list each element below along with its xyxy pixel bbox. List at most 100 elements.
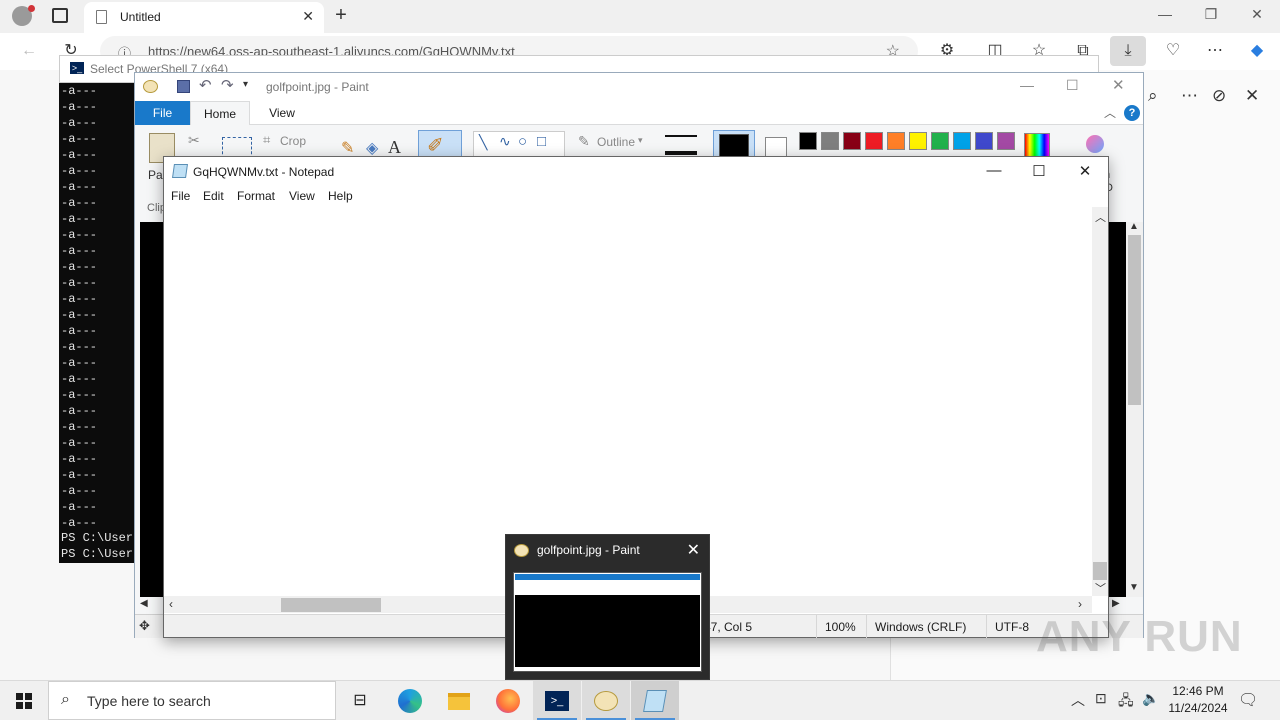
edge-icon [398,689,422,714]
taskbar-search-box[interactable]: ⌕ Type here to search [48,681,336,720]
color-swatch[interactable] [843,132,861,150]
notepad-vertical-scrollbar[interactable] [1092,207,1108,596]
edge-taskbar-icon[interactable] [386,681,434,720]
oval-shape-icon[interactable]: ○ [518,133,527,150]
notepad-minimize-button[interactable]: — [982,162,1006,179]
scroll-right-icon[interactable]: ▶ [1112,598,1120,609]
save-icon[interactable] [177,80,190,93]
tab-actions-icon[interactable] [52,8,68,23]
notepad-scroll-left-icon[interactable]: ‹ [169,597,173,611]
customize-toolbar-icon[interactable]: ▾ [243,79,248,90]
copilot-icon[interactable]: ◆ [1246,40,1268,62]
paint-maximize-button[interactable]: ☐ [1066,77,1079,94]
paint-close-button[interactable]: ✕ [1112,76,1125,94]
redo-icon[interactable]: ↷ [221,76,234,94]
powershell-prompt: PS C:\User [61,531,134,545]
browser-tab-untitled[interactable]: Untitled ✕ [84,2,324,33]
back-icon[interactable]: ← [18,40,40,62]
color-swatch[interactable] [865,132,883,150]
notepad-scroll-up-icon[interactable]: ︿ [1095,209,1106,225]
paint-titlebar[interactable]: ↶ ↷ ▾ golfpoint.jpg - Paint — ☐ ✕ [135,73,1143,101]
taskbar-clock[interactable]: 12:46 PM 11/24/2024 [1162,683,1234,717]
browser-essentials-icon[interactable]: ♡ [1162,40,1184,62]
task-view-button[interactable]: ⊟ [336,681,384,720]
powershell-output-line: -a--- [61,228,98,242]
outline-dropdown-icon[interactable]: ▾ [638,135,643,146]
notepad-scroll-down-icon[interactable]: ﹀ [1095,580,1106,596]
powershell-output-line: -a--- [61,116,98,130]
outline-label[interactable]: Outline [597,135,635,149]
pencil-icon[interactable]: ✎ [341,138,354,158]
notepad-titlebar[interactable]: GqHQWNMv.txt - Notepad [164,157,1108,186]
notepad-horizontal-scrollbar-thumb[interactable] [281,598,381,612]
color-swatch[interactable] [821,132,839,150]
close-tab-icon[interactable]: ✕ [302,8,314,25]
preview-thumbnail[interactable] [513,572,702,672]
menu-view[interactable]: View [289,189,315,203]
text-icon[interactable]: A [388,137,401,158]
menu-edit[interactable]: Edit [203,189,224,203]
powershell-taskbar-icon[interactable]: >_ [533,681,581,720]
powershell-output-line: -a--- [61,292,98,306]
volume-icon[interactable]: 🔈 [1142,690,1159,707]
scroll-down-icon[interactable]: ▼ [1129,582,1139,593]
browser-restore-button[interactable]: ❐ [1196,6,1226,23]
color-swatch[interactable] [909,132,927,150]
color-swatch[interactable] [887,132,905,150]
size-button[interactable] [665,135,697,155]
taskbar-thumbnail-preview[interactable]: golfpoint.jpg - Paint ✕ [505,534,710,680]
new-tab-button[interactable]: + [330,4,352,27]
color-swatch[interactable] [997,132,1015,150]
preview-close-icon[interactable]: ✕ [687,540,700,560]
notepad-scroll-right-icon[interactable]: › [1078,597,1082,611]
network-icon[interactable]: 🖧 [1118,690,1134,714]
show-hidden-icons-icon[interactable]: ︿ [1071,690,1085,710]
help-icon[interactable]: ? [1124,105,1140,121]
edit-with-paint3d-icon[interactable] [1086,135,1104,153]
curve-shape-icon[interactable]: ∿ [499,133,511,150]
paint-app-icon[interactable] [143,80,158,93]
menu-help[interactable]: Help [328,189,353,203]
fill-icon[interactable]: ◈ [366,138,378,158]
notepad-vertical-scrollbar-thumb[interactable] [1093,562,1107,580]
color-swatch[interactable] [975,132,993,150]
rectangle-shape-icon[interactable]: □ [537,133,546,150]
paint-palette-icon [594,691,618,712]
notepad-taskbar-icon[interactable] [631,681,679,720]
notepad-maximize-button[interactable]: ☐ [1027,162,1051,180]
paint-vertical-scrollbar-thumb[interactable] [1128,235,1141,405]
start-button[interactable] [0,681,48,720]
outline-icon[interactable]: ✎ [578,133,590,150]
paint-taskbar-icon[interactable] [582,681,630,720]
menu-format[interactable]: Format [237,189,275,203]
paint-minimize-button[interactable]: — [1020,77,1034,93]
downloads-more-icon[interactable]: ⋯ [1181,86,1198,106]
cut-icon[interactable]: ✂ [188,132,200,149]
undo-icon[interactable]: ↶ [199,76,212,94]
line-shape-icon[interactable]: ╲ [479,134,487,151]
crop-icon[interactable]: ⌗ [263,132,270,148]
menu-file[interactable]: File [171,189,190,203]
scroll-up-icon[interactable]: ▲ [1129,221,1139,232]
search-downloads-icon[interactable]: ⌕ [1148,86,1158,106]
browser-close-button[interactable]: ✕ [1242,6,1272,23]
file-explorer-taskbar-icon[interactable] [435,681,483,720]
browser-minimize-button[interactable]: — [1150,6,1180,22]
download-icon[interactable]: ⤓ [1117,40,1139,62]
paint-file-tab[interactable]: File [135,101,190,125]
color-swatch[interactable] [799,132,817,150]
unpin-icon[interactable]: ⊘ [1212,86,1226,106]
close-pane-icon[interactable]: ✕ [1245,86,1259,106]
paint-view-tab[interactable]: View [262,101,302,125]
notifications-icon[interactable]: 🗨 [1238,690,1258,710]
collapse-ribbon-icon[interactable]: ︿ [1104,104,1116,121]
crop-label[interactable]: Crop [280,134,306,148]
scroll-left-icon[interactable]: ◀ [140,598,148,609]
color-swatch[interactable] [931,132,949,150]
firefox-taskbar-icon[interactable] [484,681,532,720]
color-swatch[interactable] [953,132,971,150]
notepad-close-button[interactable]: ✕ [1073,162,1097,180]
security-tray-icon[interactable]: ⊡ [1095,690,1107,707]
more-options-icon[interactable]: ⋯ [1204,40,1226,62]
paint-home-tab[interactable]: Home [190,101,250,126]
